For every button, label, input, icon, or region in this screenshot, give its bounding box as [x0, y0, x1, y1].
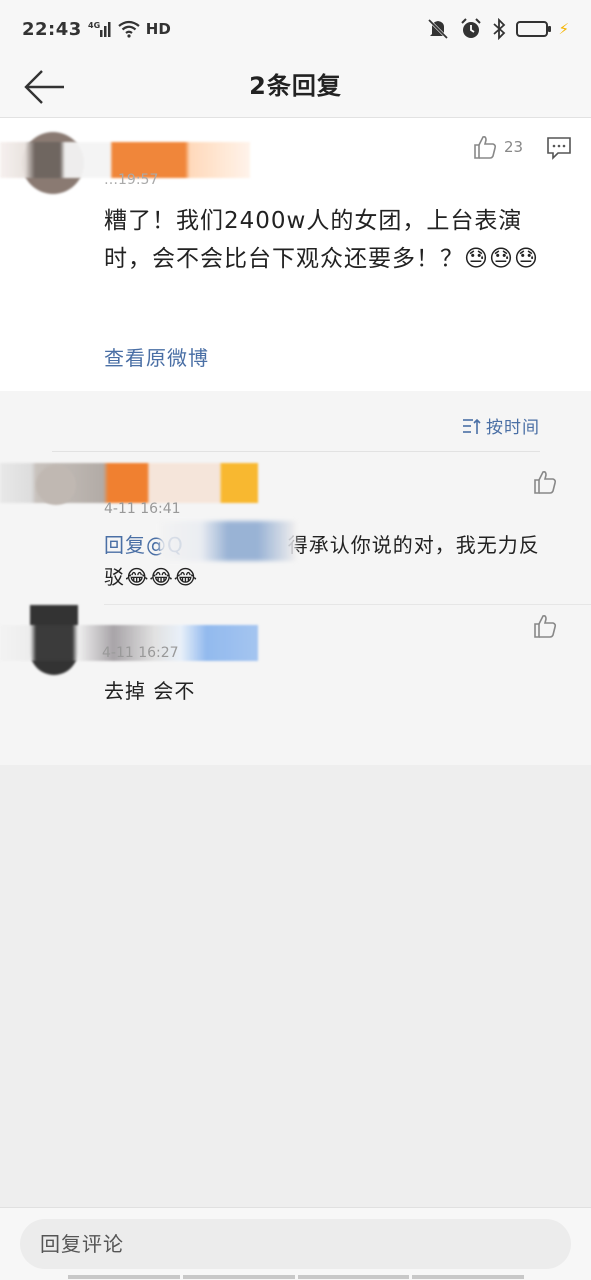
- comment-time: …19:57: [104, 172, 159, 188]
- sort-row: 按时间: [52, 411, 540, 452]
- sort-icon: [463, 418, 481, 434]
- comment-text: 糟了！我们2400w人的女团，上台表演时，会不会比台下观众还要多！？😓😓😓: [104, 208, 539, 272]
- thumbs-up-icon[interactable]: [532, 613, 558, 639]
- mute-icon: [428, 18, 449, 40]
- status-time: 22:43: [22, 18, 82, 40]
- sort-by-time-button[interactable]: 按时间: [462, 413, 540, 438]
- reply-time: 4-11 16:41: [104, 501, 181, 517]
- list-item: 4-11 16:41 回复@Q 得承认你说的对，我无力反驳😂😂😂: [0, 453, 591, 605]
- reply-time: 4-11 16:27: [102, 645, 179, 661]
- page-title: 2条回复: [249, 72, 342, 100]
- bottom-bar: [0, 1207, 591, 1280]
- thumbs-up-icon: [474, 136, 497, 159]
- thumbs-up-icon[interactable]: [532, 469, 558, 495]
- view-original-link[interactable]: 查看原微博: [104, 342, 209, 371]
- sort-label: 按时间: [486, 418, 540, 438]
- battery-icon: [516, 21, 552, 37]
- reply-input[interactable]: [20, 1219, 571, 1269]
- main-comment: …19:57 23 糟了！我们2400w人的女团，上台表演时，会不会比台下观众还…: [0, 118, 591, 391]
- home-indicator: [68, 1275, 524, 1279]
- charging-icon: ⚡: [558, 20, 569, 38]
- svg-text:4G: 4G: [88, 21, 100, 30]
- like-button[interactable]: 23: [472, 134, 523, 160]
- signal-icon: 4G: [88, 21, 111, 37]
- list-item: 4-11 16:27 去掉 会不: [0, 605, 591, 755]
- bluetooth-icon: [493, 18, 506, 40]
- avatar[interactable]: [36, 465, 76, 505]
- replies-section: 按时间 4-11 16:41 回复@Q 得承认你说的对，我无力反驳😂😂😂 4-11…: [0, 391, 591, 765]
- wifi-icon: [118, 20, 140, 38]
- comment-icon[interactable]: [546, 136, 572, 160]
- nav-bar: 2条回复: [0, 58, 591, 118]
- alarm-icon: [461, 18, 482, 38]
- like-count: 23: [504, 138, 524, 156]
- network-indicator: 4G HD: [88, 20, 171, 38]
- reply-text: 去掉 会不: [104, 679, 196, 703]
- mention-redacted: [160, 521, 296, 561]
- status-bar: 22:43 4G HD ⚡: [0, 0, 591, 58]
- hd-label: HD: [145, 20, 171, 38]
